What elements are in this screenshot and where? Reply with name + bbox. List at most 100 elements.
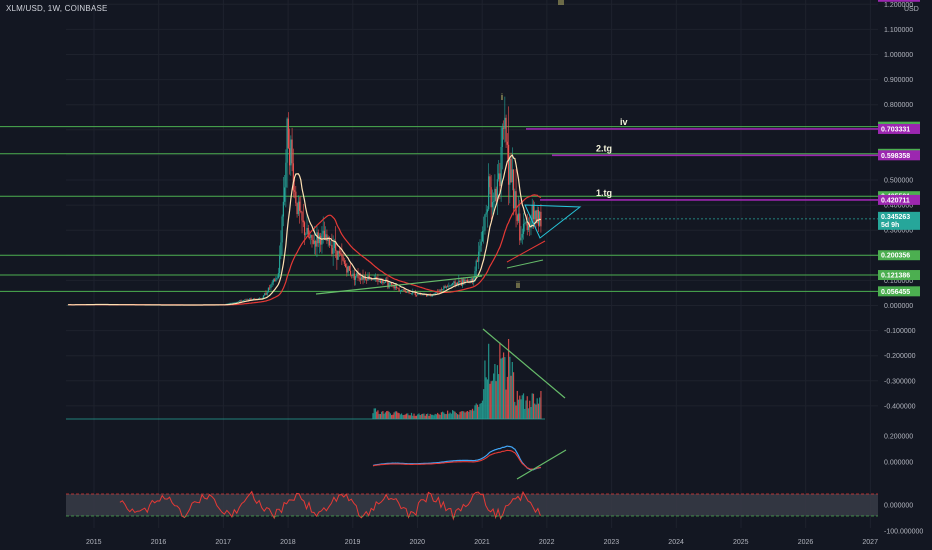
price-tick-label: 0.900000	[884, 77, 913, 84]
volume-bar	[394, 411, 396, 419]
candle-body	[266, 292, 268, 295]
candle-body	[458, 280, 460, 284]
volume-bar	[496, 365, 498, 419]
volume-bar	[494, 364, 496, 419]
volume-bar	[489, 383, 491, 419]
volume-bar	[393, 412, 395, 419]
volume-bar	[469, 409, 471, 419]
candle-body	[279, 255, 281, 274]
chart-canvas[interactable]: i ii iii 1.3000001.2000001.1000001.00000…	[0, 0, 932, 550]
candle-body	[322, 230, 324, 234]
price-axis: 1.3000001.2000001.1000001.0000000.900000…	[884, 2, 923, 536]
candle-body	[344, 263, 347, 268]
volume-bar	[408, 415, 410, 419]
volume-bar	[506, 376, 508, 419]
candle-body	[531, 204, 533, 221]
candle-body	[519, 213, 521, 241]
candle-body	[486, 209, 489, 213]
candle-body	[351, 275, 353, 277]
candle-body	[450, 284, 452, 286]
volume-bar	[510, 375, 512, 419]
volume-bar	[381, 411, 383, 419]
volume-bar	[483, 389, 485, 419]
candle-body	[233, 302, 235, 304]
candle-body	[456, 282, 459, 284]
candle-body	[343, 260, 345, 264]
volume-bar	[531, 393, 533, 419]
volume-bars	[66, 339, 545, 420]
candle-body	[332, 248, 334, 254]
candle-body	[240, 300, 242, 302]
candle-body	[493, 201, 495, 203]
candle-body	[347, 266, 349, 273]
candle-body	[398, 288, 400, 292]
candle-body	[291, 139, 293, 164]
volume-bar	[465, 411, 467, 419]
volume-bar	[468, 411, 470, 419]
volume-bar	[473, 410, 475, 419]
volume-bar	[405, 413, 408, 419]
candle-body	[295, 191, 297, 204]
candle-body	[478, 251, 480, 262]
volume-bar	[516, 390, 518, 419]
candle-body	[306, 227, 308, 235]
candle-body	[481, 231, 484, 242]
price-tick-label: 1.000000	[884, 52, 913, 59]
candle-body	[316, 232, 318, 247]
candle-body	[333, 241, 335, 249]
volume-bar	[525, 400, 527, 419]
price-tick-label: 0.800000	[884, 102, 913, 109]
price-tick-label: 0.000000	[884, 303, 913, 310]
volume-bar	[424, 415, 426, 419]
volume-bar	[512, 372, 515, 419]
candle-body	[302, 220, 304, 223]
candle-body	[410, 293, 413, 295]
volume-bar	[519, 395, 521, 419]
macd-tick-label: 0.200000	[884, 434, 913, 441]
candle-body	[300, 210, 302, 212]
wave-label-ii: ii	[516, 280, 520, 290]
volume-bar	[521, 395, 523, 419]
candle-body	[284, 187, 286, 202]
volume-bar	[509, 356, 511, 419]
candle-body	[511, 169, 513, 183]
volume-bar	[372, 413, 374, 419]
candle-body	[265, 293, 267, 295]
candle-body	[235, 302, 237, 303]
price-tag-label: 1.230000	[881, 0, 910, 1]
candle-body	[361, 277, 363, 280]
countdown-label: 5d 9h	[881, 222, 899, 229]
candle-body	[489, 176, 491, 188]
candle-body	[301, 211, 303, 221]
candle-body	[516, 215, 518, 221]
current-price-label: 0.345263	[881, 214, 910, 221]
candle-body	[525, 221, 527, 223]
candle-body	[444, 286, 446, 288]
candle-body	[288, 148, 291, 166]
volume-bar	[534, 403, 536, 419]
candle-body	[400, 290, 403, 291]
candle-body	[445, 286, 447, 288]
candle-body	[420, 294, 423, 296]
volume-bar	[498, 374, 500, 419]
time-tick-label: 2024	[668, 539, 684, 546]
volume-bar	[500, 358, 502, 419]
volume-bar	[388, 411, 390, 419]
candle-body	[439, 289, 441, 292]
candle-body	[515, 191, 517, 216]
candle-body	[241, 300, 243, 302]
candle-body	[512, 169, 515, 209]
volume-bar	[484, 360, 486, 419]
candle-body	[520, 237, 522, 241]
candle-body	[485, 212, 487, 215]
volume-bar	[455, 412, 457, 419]
volume-bar	[445, 414, 447, 419]
candle-body	[308, 236, 311, 238]
time-tick-label: 2025	[733, 539, 749, 546]
time-tick-label: 2018	[280, 539, 296, 546]
time-tick-label: 2022	[539, 539, 555, 546]
candle-body	[494, 188, 496, 202]
volume-bar	[461, 411, 464, 419]
volume-bar	[486, 379, 489, 419]
volume-bar	[488, 343, 490, 419]
